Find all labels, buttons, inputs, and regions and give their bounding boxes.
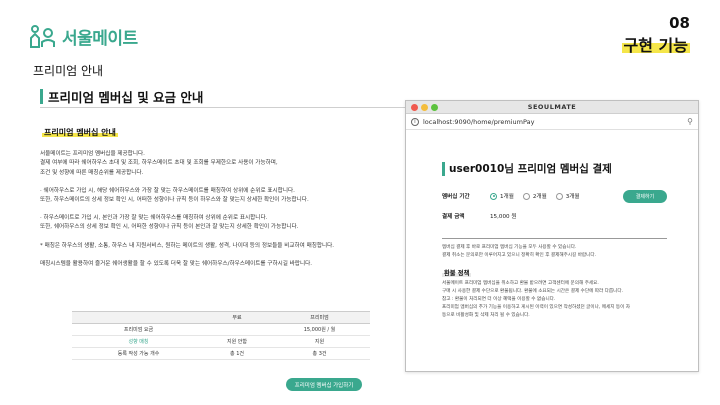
- radio-1-month[interactable]: 1개월: [490, 192, 514, 200]
- amount-label: 결제 금액: [442, 214, 465, 220]
- section-badge: 08 구현 기능: [621, 14, 690, 56]
- doc-paragraph: · 쉐어하우스로 가입 시, 해당 쉐어하우스와 가장 잘 맞는 하우스메이트를…: [40, 187, 420, 205]
- amount-row: 결제 금액 15,000 원: [442, 209, 667, 223]
- join-premium-button[interactable]: 프리미엄 멤버십 가입하기: [286, 378, 362, 391]
- brand-name: 서울메이트: [62, 29, 138, 49]
- doc-paragraph: * 매칭은 하우스의 생활, 소통, 하우스 내 지원서비스, 원하는 메이트의…: [40, 242, 420, 251]
- table-row: 프리미엄 요금 15,000원 / 월: [72, 323, 370, 336]
- slide: 서울메이트 프리미엄 안내 08 구현 기능 프리미엄 멤버십 및 요금 안내 …: [0, 0, 720, 405]
- magnifier-icon[interactable]: ⚲: [687, 117, 693, 126]
- section-divider: [40, 107, 420, 108]
- pay-accent-bar: [442, 161, 445, 176]
- doc-line: · 하우스메이트로 가입 시, 본인과 가장 잘 맞는 쉐어하우스를 매칭하여 …: [40, 215, 268, 222]
- badge-title: 구현 기능: [621, 32, 690, 56]
- period-label: 멤버십 기간: [442, 194, 470, 200]
- doc-paragraph: 매칭시스템을 활용하여 즐거운 쉐어생활을 할 수 있도록 더욱 잘 맞는 쉐어…: [40, 260, 420, 269]
- refund-line: 프리미엄 멤버십의 추가 기능을 이용하고 게시된 이력이 있으면 작성하셨던 …: [442, 305, 631, 310]
- doc-line: 매칭시스템을 활용하여 즐거운 쉐어생활을 할 수 있도록 더욱 잘 맞는 쉐어…: [40, 260, 313, 267]
- doc-line: 결제 여부에 따라 쉐어하우스 초대 및 조회, 하우스메이트 초대 및 조회를…: [40, 160, 278, 167]
- refund-line: 참고 : 환불이 처리되면 더 이상 혜택을 이용할 수 없습니다.: [442, 297, 556, 302]
- brand: 서울메이트: [30, 24, 138, 49]
- house-people-logo-icon: [30, 24, 55, 48]
- info-icon[interactable]: i: [411, 117, 419, 126]
- refund-line: 구매 시 사용한 결제 수단으로 환불됩니다. 환불에 소요되는 시간은 결제 …: [442, 289, 624, 294]
- table-cell: 프리미엄 요금: [72, 323, 206, 336]
- table-header: 프리미엄: [269, 311, 370, 324]
- doc-heading: 프리미엄 멤버십 안내: [42, 128, 118, 138]
- premium-pay-page: user0010님 프리미엄 멤버십 결제 멤버십 기간 1개월 2개월 3개월…: [442, 161, 667, 320]
- table-cell: 지원: [269, 335, 370, 348]
- pay-divider: [442, 238, 667, 239]
- refund-line: 동으로 비활성화 및 삭제 처리 될 수 있습니다.: [442, 313, 530, 318]
- radio-icon[interactable]: [522, 192, 530, 200]
- notice-line: 결제 취소는 문의로만 이루어지고 있으니 정확히 확인 후 결제해주시길 바랍…: [442, 253, 597, 258]
- doc-line: · 쉐어하우스로 가입 시, 해당 쉐어하우스와 가장 잘 맞는 하우스메이트를…: [40, 187, 295, 194]
- refund-title: 환불 정책: [442, 268, 472, 277]
- table-row: 성향 매칭 지원 안함 지원: [72, 335, 370, 348]
- doc-line: 또한, 하우스메이트의 상세 정보 확인 시, 어떠한 성향이나 규칙 등이 하…: [40, 197, 309, 204]
- table-cell: 총 1건: [205, 347, 269, 360]
- table-cell: 등록 작성 가능 개수: [72, 347, 206, 360]
- membership-doc: 프리미엄 멤버십 안내 서울메이트는 프리미엄 멤버십을 제공합니다. 결제 여…: [40, 128, 420, 278]
- doc-line: * 매칭은 하우스의 생활, 소통, 하우스 내 지원서비스, 원하는 메이트의…: [40, 242, 335, 249]
- radio-label: 1개월: [500, 194, 514, 200]
- refund-policy: 서울메이트 프리미엄 멤버십을 취소하고 환불 받으려면 고객센터에 문의해 주…: [442, 280, 667, 320]
- doc-line: 또한, 쉐어하우스의 상세 정보 확인 시, 어떠한 성향이나 규칙 등이 본인…: [40, 224, 299, 231]
- pricing-table: 무료 프리미엄 프리미엄 요금 15,000원 / 월 성향 매칭 지원 안함 …: [72, 311, 370, 360]
- notice-line: 멤버십 결제 후 바로 프리미엄 멤버십 기능을 모두 사용할 수 있습니다.: [442, 245, 577, 250]
- amount-value: 15,000 원: [490, 214, 517, 220]
- section-header: 프리미엄 멤버십 및 요금 안내: [40, 87, 203, 106]
- table-cell: 성향 매칭: [72, 335, 206, 348]
- doc-paragraph: · 하우스메이트로 가입 시, 본인과 가장 잘 맞는 쉐어하우스를 매칭하여 …: [40, 214, 420, 232]
- table-cell: 지원 안함: [205, 335, 269, 348]
- radio-2-month[interactable]: 2개월: [522, 192, 547, 200]
- period-row: 멤버십 기간 1개월 2개월 3개월 결제하기: [442, 189, 667, 203]
- page-subtitle: 프리미엄 안내: [33, 64, 104, 78]
- doc-line: 조건 및 성향에 따른 매칭순위를 제공합니다.: [40, 169, 144, 176]
- doc-line: 서울메이트는 프리미엄 멤버십을 제공합니다.: [40, 151, 145, 158]
- table-header: 무료: [205, 311, 269, 324]
- radio-3-month[interactable]: 3개월: [555, 192, 580, 200]
- browser-window: SEOULMATE i localhost:9090/home/premiumP…: [405, 100, 699, 372]
- pay-header: user0010님 프리미엄 멤버십 결제: [442, 161, 667, 176]
- pay-notice: 멤버십 결제 후 바로 프리미엄 멤버십 기능을 모두 사용할 수 있습니다. …: [442, 244, 667, 260]
- table-header: [72, 311, 206, 324]
- window-title: SEOULMATE: [527, 103, 577, 111]
- radio-label: 3개월: [565, 194, 580, 200]
- refund-line: 서울메이트 프리미엄 멤버십을 취소하고 환불 받으려면 고객센터에 문의해 주…: [442, 281, 599, 286]
- section-accent-bar: [40, 89, 43, 104]
- radio-label: 2개월: [532, 194, 547, 200]
- address-bar[interactable]: i localhost:9090/home/premiumPay ⚲: [406, 114, 698, 130]
- radio-icon[interactable]: [555, 192, 563, 200]
- pay-button[interactable]: 결제하기: [623, 189, 667, 203]
- doc-paragraph: 서울메이트는 프리미엄 멤버십을 제공합니다. 결제 여부에 따라 쉐어하우스 …: [40, 150, 420, 178]
- table-header-row: 무료 프리미엄: [72, 311, 370, 324]
- url-text[interactable]: localhost:9090/home/premiumPay: [423, 118, 687, 126]
- table-cell: [205, 323, 269, 336]
- table-row: 등록 작성 가능 개수 총 1건 총 3건: [72, 347, 370, 360]
- window-titlebar: SEOULMATE: [406, 101, 698, 114]
- pay-title: user0010님 프리미엄 멤버십 결제: [449, 163, 612, 175]
- table-cell: 15,000원 / 월: [269, 323, 370, 336]
- badge-number: 08: [669, 14, 690, 32]
- radio-selected-icon[interactable]: [490, 192, 497, 200]
- section-title: 프리미엄 멤버십 및 요금 안내: [48, 90, 204, 105]
- table-cell: 총 3건: [269, 347, 370, 360]
